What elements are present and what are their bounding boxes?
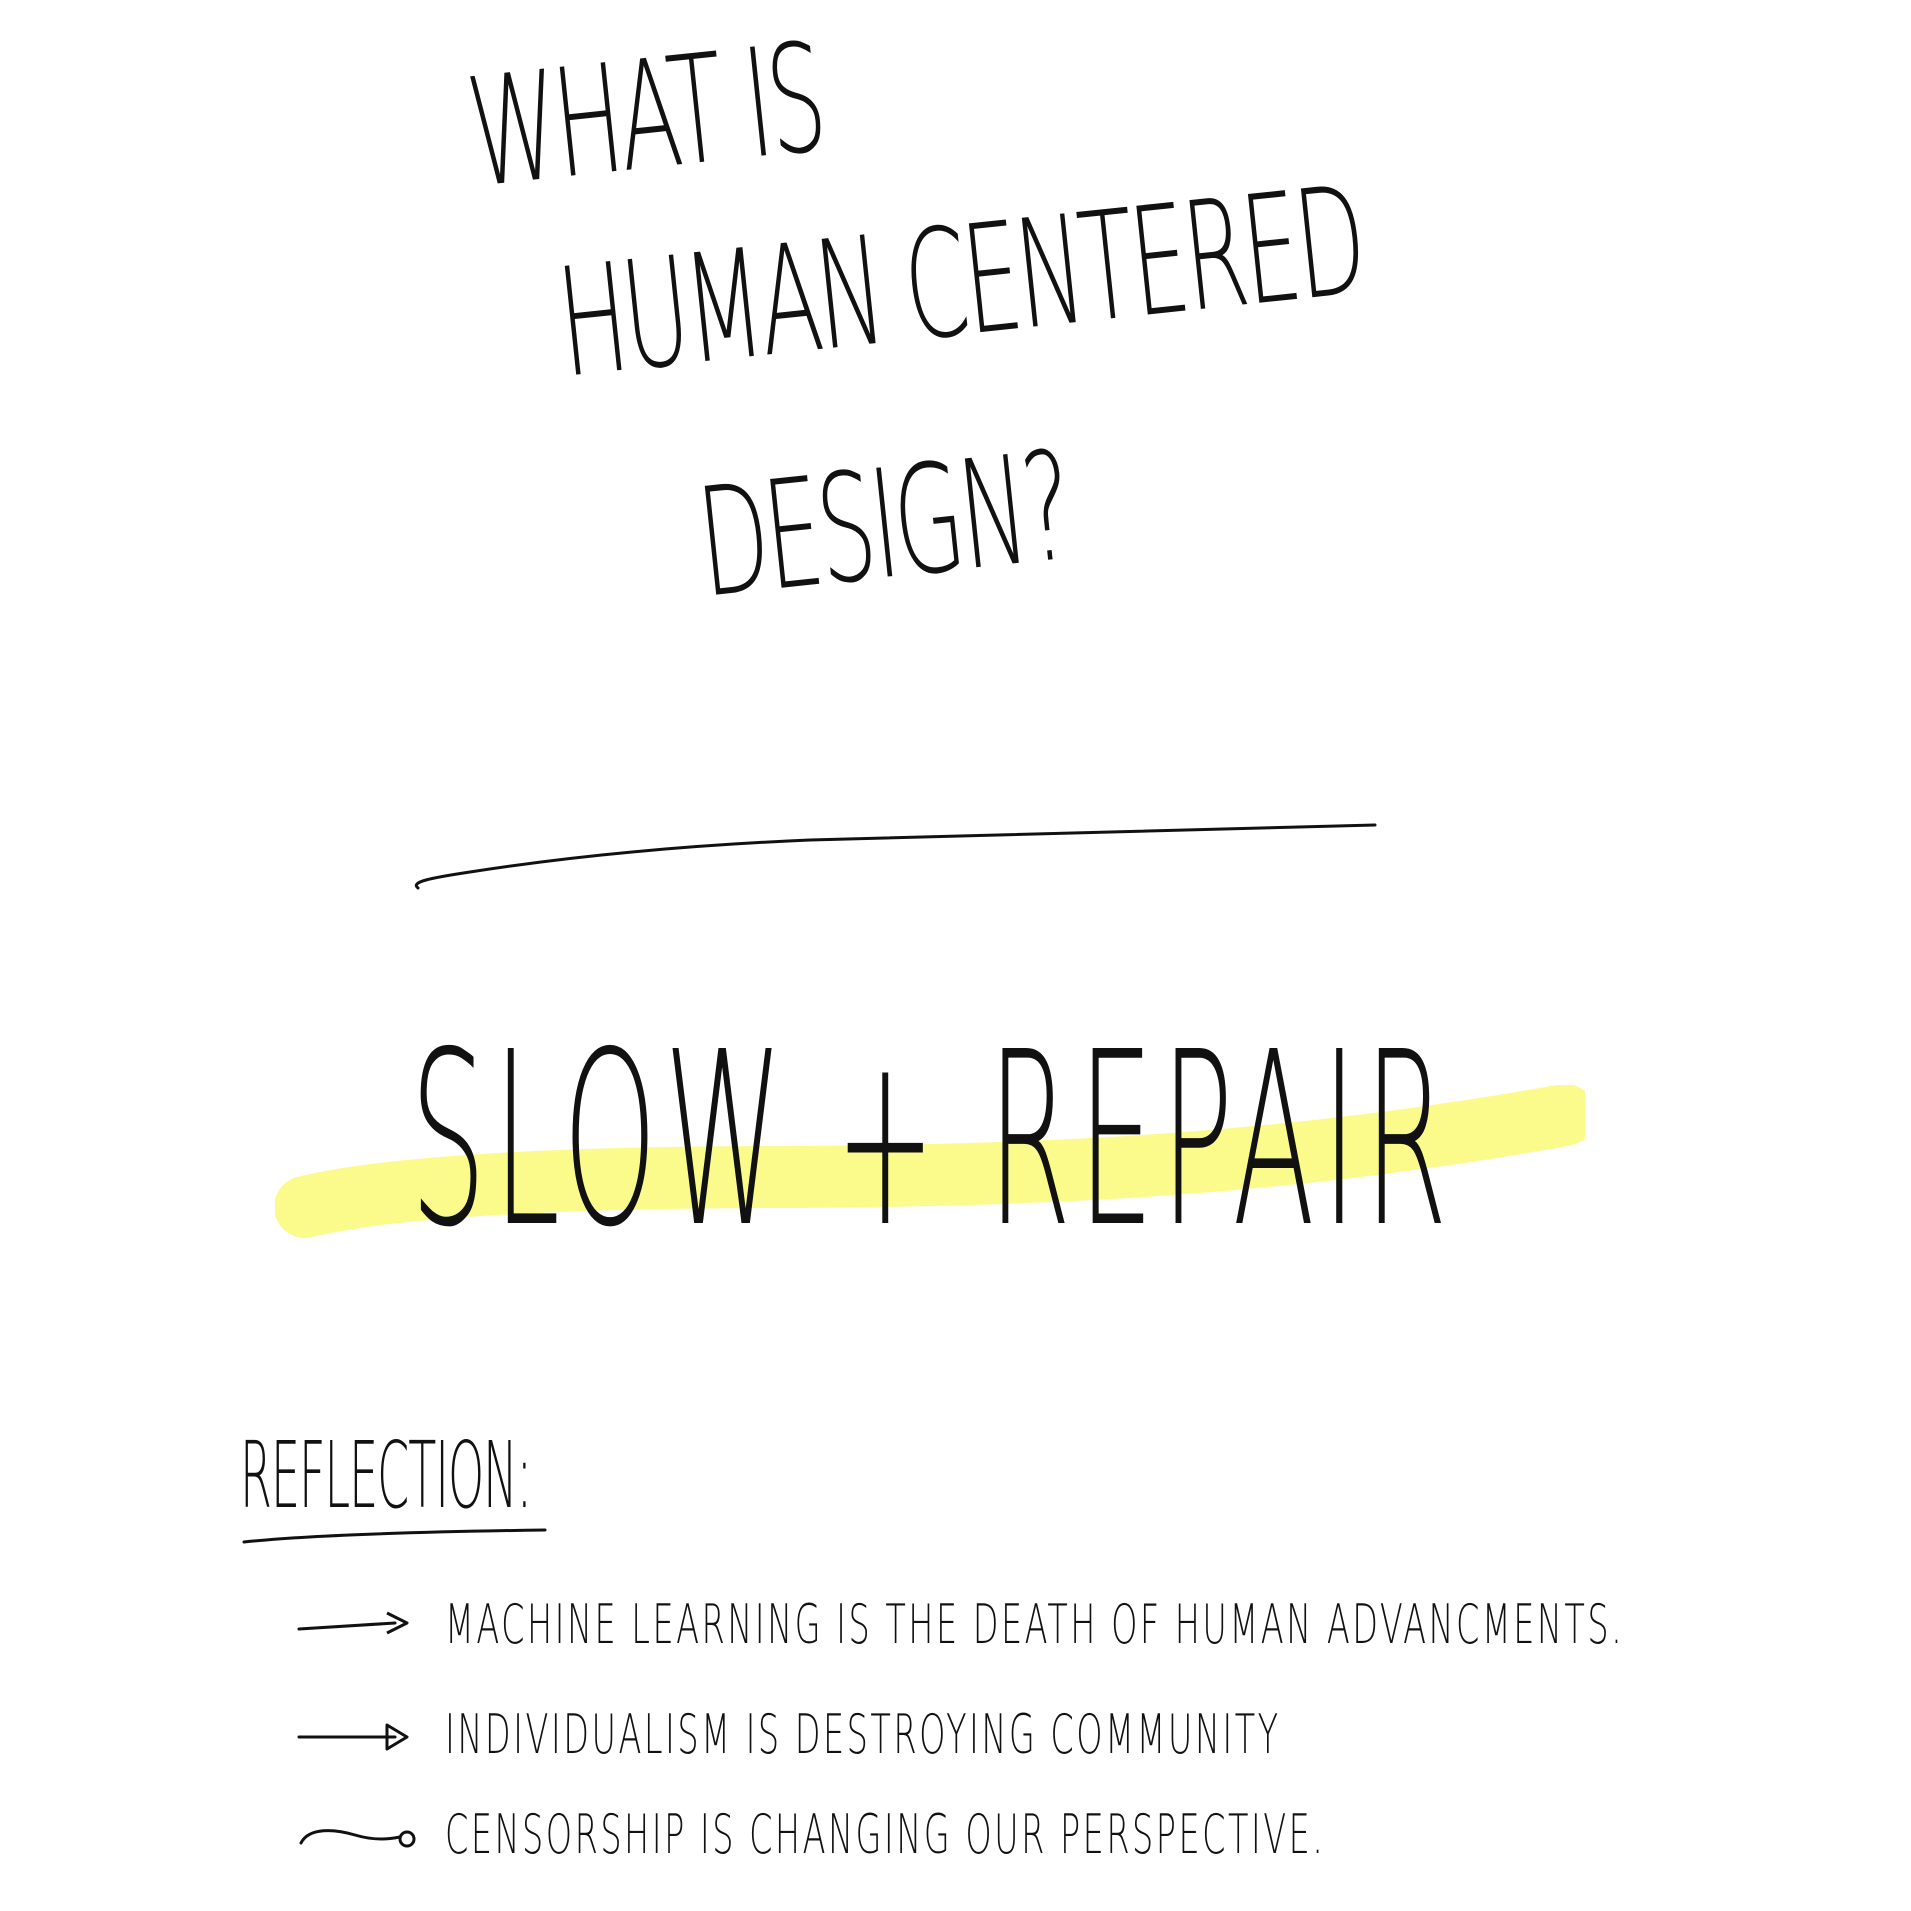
reflection-point-text: MACHINE LEARNING IS THE DEATH OF HUMAN A… — [445, 1593, 1625, 1656]
reflection-point: MACHINE LEARNING IS THE DEATH OF HUMAN A… — [295, 1595, 1745, 1665]
reflection-point: INDIVIDUALISM IS DESTROYING COMMUNITY — [295, 1705, 1745, 1775]
handwritten-note-page: WHAT IS HUMAN CENTERED DESIGN? SLOW + RE… — [0, 0, 1911, 1911]
reflection-point: CENSORSHIP IS CHANGING OUR PERSPECTIVE. — [295, 1805, 1745, 1875]
divider-line — [414, 823, 1377, 890]
arrow-icon — [297, 1611, 409, 1635]
title-line-2: HUMAN CENTERED — [550, 154, 1371, 412]
reflection-point-text: INDIVIDUALISM IS DESTROYING COMMUNITY — [445, 1703, 1281, 1766]
reflection-heading: REFLECTION: — [240, 1422, 532, 1529]
arrow-icon — [297, 1723, 409, 1751]
arrow-icon — [299, 1829, 416, 1848]
highlighted-phrase: SLOW + REPAIR — [410, 1000, 1455, 1280]
title-line-3: DESIGN? — [690, 419, 1077, 632]
reflection-point-text: CENSORSHIP IS CHANGING OUR PERSPECTIVE. — [445, 1803, 1326, 1866]
title-line-1: WHAT IS — [460, 11, 831, 222]
reflection-underline — [242, 1528, 547, 1544]
